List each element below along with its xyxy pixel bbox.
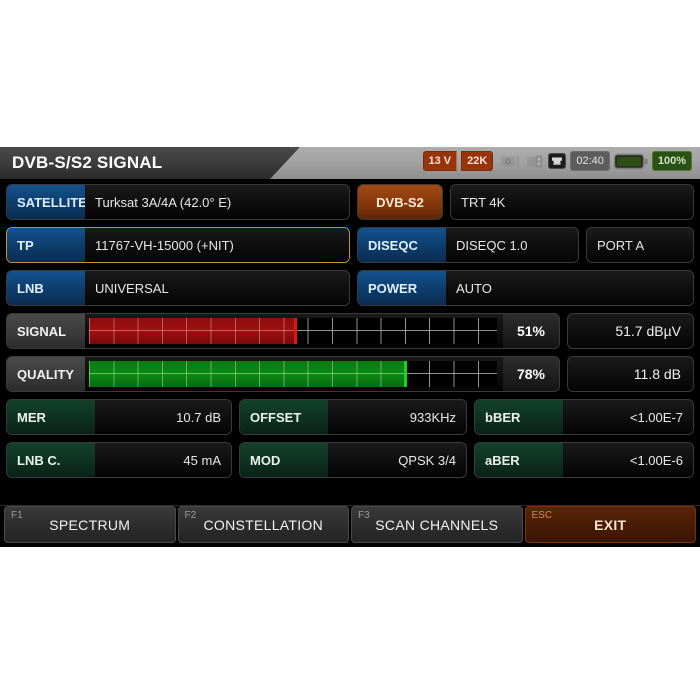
usb-icon: [527, 154, 544, 169]
lnb-field[interactable]: LNB UNIVERSAL: [6, 270, 350, 306]
fnkey-constellation-hint: F2: [184, 510, 197, 521]
satellite-label: SATELLITE: [7, 185, 87, 219]
fnkey-exit[interactable]: ESC EXIT: [524, 506, 696, 543]
tp-value: 11767-VH-15000 (+NIT): [85, 228, 349, 262]
status-battery-percent: 100%: [651, 151, 692, 171]
signal-reading: 51.7 dBµV: [567, 313, 694, 349]
title-bar: DVB-S/S2 SIGNAL 13 V 22K 02:40 100%: [0, 147, 700, 179]
bber-field: bBER <1.00E-7: [474, 399, 694, 435]
row-quality: QUALITY 78% 11.8 dB: [6, 356, 694, 392]
fnkey-spectrum[interactable]: F1 SPECTRUM: [4, 506, 176, 543]
row-satellite: SATELLITE Turksat 3A/4A (42.0° E) DVB-S2…: [6, 184, 694, 220]
satellite-field[interactable]: SATELLITE Turksat 3A/4A (42.0° E): [6, 184, 350, 220]
quality-bar-field: QUALITY 78%: [6, 356, 560, 392]
fnkey-spectrum-hint: F1: [11, 510, 23, 521]
mer-value: 10.7 dB: [95, 400, 231, 434]
fnkey-exit-hint: ESC: [531, 510, 553, 521]
fnkey-spectrum-label: SPECTRUM: [49, 516, 131, 533]
mer-label: MER: [7, 400, 95, 434]
fnkey-constellation-label: CONSTELLATION: [203, 516, 324, 533]
satellite-value: Turksat 3A/4A (42.0° E): [85, 185, 349, 219]
mod-field: MOD QPSK 3/4: [239, 442, 467, 478]
offset-label: OFFSET: [240, 400, 328, 434]
lan-icon: [548, 153, 567, 169]
status-bar: 13 V 22K 02:40 100%: [422, 151, 692, 171]
bber-value: <1.00E-7: [563, 400, 693, 434]
fnkey-constellation[interactable]: F2 CONSTELLATION: [177, 506, 349, 543]
function-key-bar: F1 SPECTRUM F2 CONSTELLATION F3 SCAN CHA…: [0, 505, 700, 547]
status-voltage-chip: 13 V: [422, 151, 458, 171]
aber-label: aBER: [475, 443, 563, 477]
tp-label: TP: [7, 228, 85, 262]
quality-gauge-fill: [89, 361, 408, 387]
row-lnb: LNB UNIVERSAL POWER AUTO: [6, 270, 694, 306]
diseqc-label: DISEQC: [358, 228, 446, 262]
offset-value: 933KHz: [328, 400, 466, 434]
row-measurements-1: MER 10.7 dB OFFSET 933KHz bBER <1.00E-7: [6, 399, 694, 435]
tp-field[interactable]: TP 11767-VH-15000 (+NIT): [6, 227, 350, 263]
lnbc-field: LNB C. 45 mA: [6, 442, 232, 478]
diseqc-value: DISEQC 1.0: [446, 228, 578, 262]
battery-icon: [613, 153, 648, 170]
signal-gauge-fill: [89, 318, 298, 344]
aber-value: <1.00E-6: [563, 443, 693, 477]
signal-gauge: [89, 318, 497, 344]
fnkey-scan-channels-hint: F3: [358, 510, 370, 521]
diseqc-field[interactable]: DISEQC DISEQC 1.0: [357, 227, 579, 263]
quality-percent: 78%: [503, 357, 559, 391]
power-field[interactable]: POWER AUTO: [357, 270, 694, 306]
signal-label: SIGNAL: [7, 314, 85, 348]
channel-field[interactable]: TRT 4K: [450, 184, 694, 220]
lnbc-label: LNB C.: [7, 443, 95, 477]
standard-button[interactable]: DVB-S2: [357, 184, 443, 220]
power-value: AUTO: [446, 271, 693, 305]
camera-icon: [501, 154, 523, 169]
fnkey-scan-channels[interactable]: F3 SCAN CHANNELS: [351, 506, 523, 543]
port-field[interactable]: PORT A: [586, 227, 694, 263]
fnkey-scan-channels-label: SCAN CHANNELS: [375, 516, 499, 533]
lnb-value: UNIVERSAL: [85, 271, 349, 305]
power-label: POWER: [358, 271, 446, 305]
mod-label: MOD: [240, 443, 328, 477]
main-content: SATELLITE Turksat 3A/4A (42.0° E) DVB-S2…: [0, 179, 700, 478]
row-signal: SIGNAL 51% 51.7 dBµV: [6, 313, 694, 349]
mod-value: QPSK 3/4: [328, 443, 466, 477]
aber-field: aBER <1.00E-6: [474, 442, 694, 478]
offset-field: OFFSET 933KHz: [239, 399, 467, 435]
row-tp: TP 11767-VH-15000 (+NIT) DISEQC DISEQC 1…: [6, 227, 694, 263]
device-screen: DVB-S/S2 SIGNAL 13 V 22K 02:40 100% SATE…: [0, 147, 700, 547]
standard-label: DVB-S2: [358, 185, 442, 219]
page-title: DVB-S/S2 SIGNAL: [12, 153, 163, 172]
quality-label: QUALITY: [7, 357, 85, 391]
quality-reading: 11.8 dB: [567, 356, 694, 392]
channel-value: TRT 4K: [451, 185, 693, 219]
fnkey-exit-label: EXIT: [594, 516, 627, 533]
status-tone-chip: 22K: [461, 151, 494, 171]
lnb-label: LNB: [7, 271, 85, 305]
bber-label: bBER: [475, 400, 563, 434]
signal-bar-field: SIGNAL 51%: [6, 313, 560, 349]
quality-gauge: [89, 361, 497, 387]
lnbc-value: 45 mA: [95, 443, 231, 477]
mer-field: MER 10.7 dB: [6, 399, 232, 435]
row-measurements-2: LNB C. 45 mA MOD QPSK 3/4 aBER <1.00E-6: [6, 442, 694, 478]
signal-percent: 51%: [503, 314, 559, 348]
status-clock: 02:40: [570, 151, 610, 171]
